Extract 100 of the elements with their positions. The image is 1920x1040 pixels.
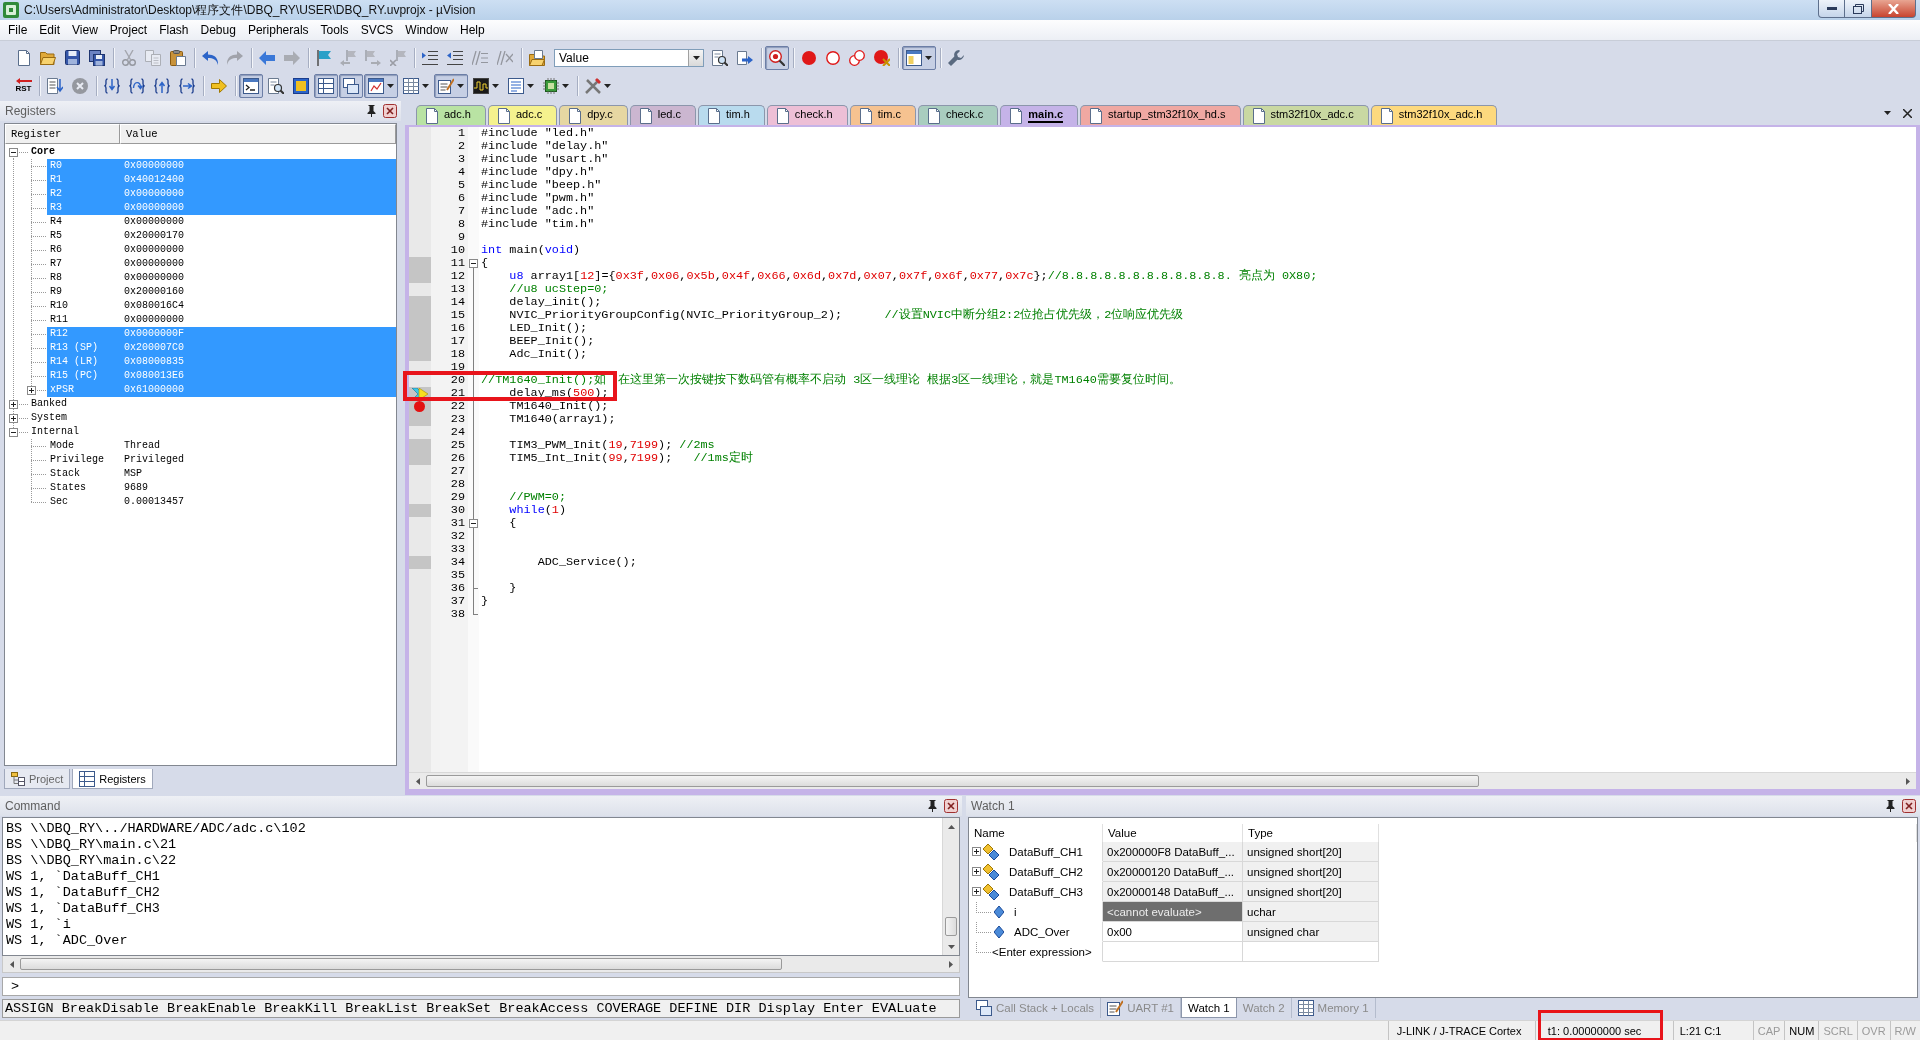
plus-box-icon[interactable]: [27, 385, 36, 395]
plus-box-icon[interactable]: [972, 867, 981, 876]
tree-group-label[interactable]: Core: [29, 145, 57, 159]
register-name: R8: [49, 271, 62, 285]
value-cell: <cannot evaluate>: [1103, 902, 1243, 922]
file-tab[interactable]: check.c: [917, 105, 999, 125]
value-cell[interactable]: [1103, 942, 1243, 962]
file-tab[interactable]: dpy.c: [559, 105, 628, 125]
dropdown-button[interactable]: [688, 49, 703, 66]
register-value: 0x08000835: [124, 355, 184, 369]
scrollbar-thumb[interactable]: [20, 958, 782, 970]
menu-item[interactable]: Edit: [33, 21, 67, 39]
tree-group-label[interactable]: System: [29, 411, 69, 425]
tree-group-label[interactable]: Internal: [29, 425, 81, 439]
file-tab[interactable]: main.c: [1000, 105, 1079, 125]
file-tab[interactable]: startup_stm32f10x_hd.s: [1080, 105, 1241, 125]
expression-input[interactable]: <Enter expression>: [992, 945, 1092, 958]
pin-icon[interactable]: [1886, 800, 1895, 812]
line-number: 15: [450, 308, 465, 322]
close-icon[interactable]: [383, 104, 397, 118]
menu-item[interactable]: Debug: [194, 21, 242, 39]
plus-box-icon[interactable]: [972, 847, 981, 856]
minus-box-icon[interactable]: [469, 519, 478, 528]
file-tab[interactable]: stm32f10x_adc.c: [1242, 105, 1369, 125]
reset-button[interactable]: RST: [12, 73, 35, 98]
page-icon: [776, 107, 789, 124]
menu-item[interactable]: Project: [103, 21, 154, 39]
line-number: 18: [450, 347, 465, 361]
menu-item[interactable]: SVCS: [354, 21, 400, 39]
menu-item[interactable]: Peripherals: [241, 21, 315, 39]
column-header[interactable]: Register: [5, 124, 120, 144]
file-tab[interactable]: tim.h: [697, 105, 765, 125]
menu-item[interactable]: Tools: [314, 21, 355, 39]
output-line: BS \\DBQ_RY\main.c\22: [6, 853, 177, 869]
file-tab[interactable]: tim.c: [849, 105, 916, 125]
page-icon: [859, 107, 872, 124]
watch-window-button[interactable]: [364, 73, 398, 98]
horizontal-scrollbar[interactable]: [2, 956, 960, 973]
register-value: Thread: [124, 439, 160, 453]
serial-window-button[interactable]: [434, 73, 468, 98]
file-tab[interactable]: stm32f10x_adc.h: [1370, 105, 1498, 125]
register-value: 0x00000000: [124, 257, 184, 271]
file-tab[interactable]: adc.c: [487, 105, 558, 125]
menu-item[interactable]: Help: [454, 21, 491, 39]
register-name: R15 (PC): [49, 369, 98, 383]
horizontal-scrollbar[interactable]: [409, 772, 1916, 789]
vertical-scrollbar[interactable]: [942, 818, 959, 955]
tree-group-label[interactable]: Banked: [29, 397, 69, 411]
minus-box-icon[interactable]: [9, 147, 18, 157]
value-cell: 0x20000120 DataBuff_...: [1103, 862, 1243, 882]
file-tab[interactable]: adc.h: [416, 105, 486, 125]
scrollbar-thumb[interactable]: [426, 775, 1479, 787]
variable-name: DataBuff_CH3: [1009, 885, 1083, 898]
file-tab[interactable]: led.c: [629, 105, 696, 125]
close-button[interactable]: [1872, 0, 1916, 18]
minus-box-icon[interactable]: [9, 427, 18, 437]
pin-icon[interactable]: [367, 105, 376, 117]
pin-icon[interactable]: [928, 800, 937, 812]
line-number: 35: [450, 568, 465, 582]
restore-button[interactable]: [1845, 0, 1872, 18]
panel-tab[interactable]: Watch 1: [1181, 998, 1237, 1018]
window-layout-button[interactable]: [902, 45, 936, 70]
search-combo-box[interactable]: Value: [554, 48, 704, 67]
command-input[interactable]: >: [2, 977, 960, 996]
minus-box-icon[interactable]: [469, 259, 478, 268]
panel-tab[interactable]: Registers: [72, 769, 153, 789]
line-number: 38: [450, 607, 465, 621]
close-icon[interactable]: [1903, 108, 1912, 118]
caret-icon[interactable]: [1884, 111, 1891, 115]
plus-box-icon[interactable]: [9, 399, 18, 409]
close-icon[interactable]: [944, 799, 958, 813]
variable-name: ADC_Over: [1014, 925, 1070, 938]
output-line: WS 1, `DataBuff_CH1: [6, 869, 160, 885]
restore-icon: [1852, 3, 1864, 14]
status-indicator: R/W: [1894, 1024, 1916, 1037]
file-tab[interactable]: check.h: [766, 105, 848, 125]
left-arrow-icon: [415, 777, 420, 785]
code-line: {: [481, 256, 489, 270]
close-icon: [1888, 3, 1899, 14]
menu-item[interactable]: Flash: [153, 21, 195, 39]
register-value: 0x20000170: [124, 229, 184, 243]
code-line: #include "usart.h": [481, 152, 609, 166]
panel-tab[interactable]: Project: [4, 769, 71, 789]
menu-item[interactable]: File: [2, 21, 34, 39]
plus-box-icon[interactable]: [9, 413, 18, 423]
scrollbar-thumb[interactable]: [945, 917, 957, 936]
close-icon[interactable]: [1902, 799, 1916, 813]
menu-item[interactable]: View: [66, 21, 104, 39]
code-line: u8 array1[12]={0x3f,0x06,0x5b,0x4f,0x66,0x6d,0x7d,0x07,0x7f,0x6f,0x77,0x7c};//8.8.8.8.8.8.8.8.8.8.8.8. 亮点为 0X80;: [509, 269, 1318, 283]
code-line: LED_Init();: [509, 321, 588, 335]
page-pen-icon: [1107, 1000, 1124, 1016]
register-name: R0: [49, 159, 62, 173]
output-line: WS 1, `DataBuff_CH3: [6, 901, 160, 917]
plus-box-icon[interactable]: [972, 887, 981, 896]
type-cell: unsigned short[20]: [1243, 882, 1379, 902]
minimize-button[interactable]: [1818, 0, 1845, 18]
menu-item[interactable]: Window: [399, 21, 454, 39]
column-header[interactable]: Value: [120, 124, 396, 144]
register-value: 0x080013E6: [124, 369, 184, 383]
column-header[interactable]: Name: [969, 824, 1103, 842]
